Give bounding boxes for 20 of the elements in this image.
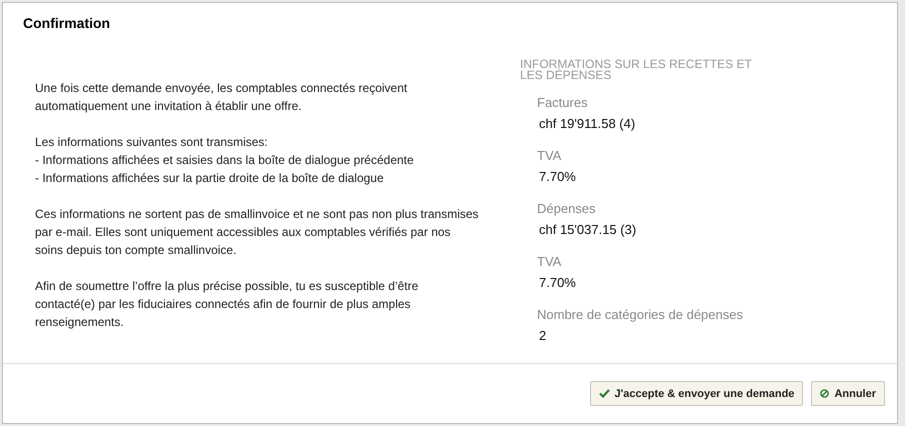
field-value: 2 (539, 328, 548, 344)
accept-button[interactable]: J'accepte & envoyer une demande (590, 381, 804, 406)
paragraph: Afin de soumettre l’offre la plus précise possible, tu es susceptible d’être contacté(e) par les fiduciaires connectés afin de fournir de plus amples renseignements. (35, 278, 420, 331)
field-label: Nombre de catégories de dépenses (537, 307, 744, 323)
field-value: 7.70% (539, 169, 577, 185)
field-label: Dépenses (537, 201, 597, 217)
checkmark-icon (598, 389, 610, 398)
section-heading: INFORMATIONS SUR LES RECETTES ET LES DÉPENSES (520, 59, 752, 81)
field-value: chf 15'037.15 (3) (539, 222, 638, 238)
paragraph: Une fois cette demande envoyée, les comptables connectés reçoivent automatiquement une invitation à établir une offre. (35, 80, 408, 115)
dialog-title: Confirmation (22, 14, 112, 33)
field-value: chf 19'911.58 (4) (539, 116, 636, 132)
field-value: 7.70% (539, 275, 577, 291)
field-label: Factures (537, 95, 589, 111)
field-label: TVA (537, 254, 562, 270)
field-label: TVA (537, 148, 562, 164)
paragraph: Ces informations ne sortent pas de smallinvoice et ne sont pas non plus transmises par e-mail. Elles sont uniquement accessibles aux comptables vérifiés par nos soins depuis ton compte smallinvoice. (35, 206, 480, 259)
cancel-icon (820, 389, 830, 398)
cancel-button[interactable]: Annuler (811, 381, 885, 406)
paragraph: Les informations suivantes sont transmises: - Informations affichées et saisies dans la boîte de dialogue précédente - Informations affichées sur la partie droite de la boîte de dialogue (35, 134, 415, 187)
